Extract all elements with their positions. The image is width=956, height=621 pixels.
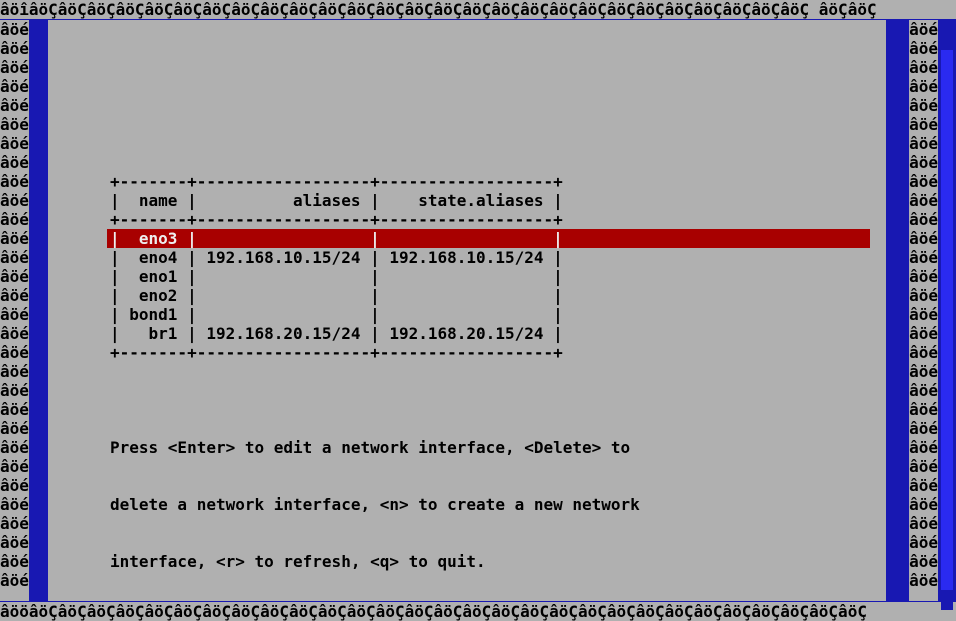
help-text: Press <Enter> to edit a network interfac… <box>110 362 886 609</box>
table-row[interactable]: | eno4 | 192.168.10.15/24 | 192.168.10.1… <box>110 248 886 267</box>
help-line: interface, <r> to refresh, <q> to quit. <box>110 552 886 571</box>
frame-border-right: âöéâöéâöéâöéâöéâöéâöéâöéâöéâöéâöéâöéâöéâ… <box>909 20 938 601</box>
interface-table[interactable]: +-------+------------------+------------… <box>48 20 886 609</box>
help-line: Press <Enter> to edit a network interfac… <box>110 438 886 457</box>
table-header-row: | name | aliases | state.aliases | <box>110 191 886 210</box>
help-line: delete a network interface, <n> to creat… <box>110 495 886 514</box>
frame-border-top: âöîâöÇâöÇâöÇâöÇâöÇâöÇâöÇâöÇâöÇâöÇâöÇâöÇâ… <box>0 0 956 19</box>
table-row[interactable]: | eno1 | | | <box>110 267 886 286</box>
table-row[interactable]: | br1 | 192.168.20.15/24 | 192.168.20.15… <box>110 324 886 343</box>
table-border-top: +-------+------------------+------------… <box>110 172 886 191</box>
scrollbar-track[interactable] <box>941 50 953 590</box>
table-border-mid: +-------+------------------+------------… <box>110 210 886 229</box>
table-row[interactable]: | eno3 | | | <box>107 229 870 248</box>
frame-border-left: âöéâöéâöéâöéâöéâöéâöéâöéâöéâöéâöéâöéâöéâ… <box>0 20 29 601</box>
table-border-bottom: +-------+------------------+------------… <box>110 343 886 362</box>
scrollbar[interactable] <box>941 20 953 610</box>
table-row[interactable]: | eno2 | | | <box>110 286 886 305</box>
table-row[interactable]: | bond1 | | | <box>110 305 886 324</box>
content-panel: +-------+------------------+------------… <box>48 20 886 601</box>
